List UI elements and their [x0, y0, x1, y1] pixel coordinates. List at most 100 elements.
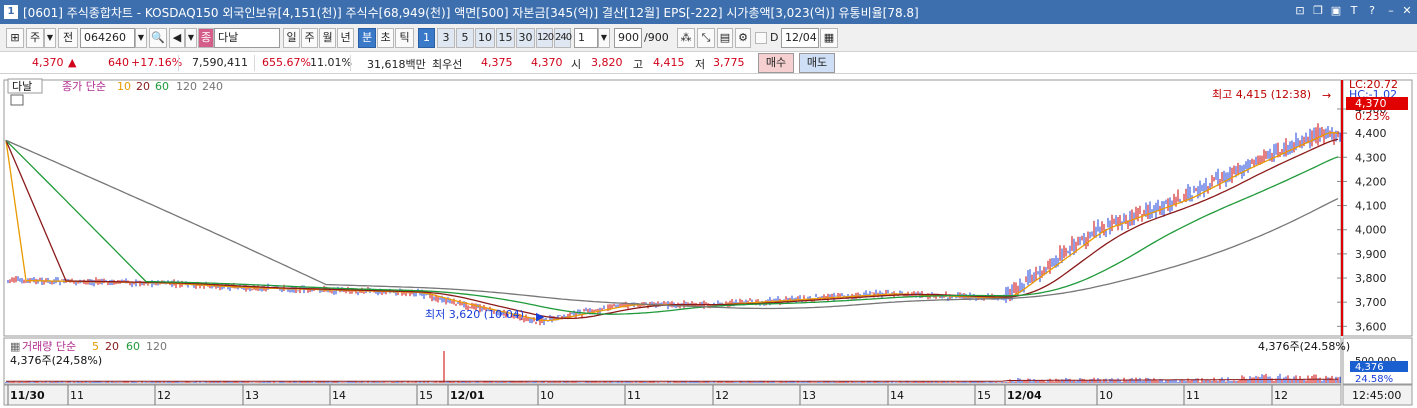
restore-window-icon[interactable]: ❐ [1311, 4, 1325, 18]
draw-tool-icon[interactable]: ⤡ [697, 28, 715, 48]
time-label: 12/04 [1007, 389, 1042, 402]
interval-240[interactable]: 240 [554, 28, 572, 48]
interval-1[interactable]: 1 [418, 28, 435, 48]
interval-5[interactable]: 5 [456, 28, 474, 48]
minimize-to-tray-icon[interactable]: ▣ [1329, 4, 1343, 18]
date-label: D [770, 31, 779, 44]
volume-pct-label: 24.58% [1355, 374, 1393, 385]
open-label: 시 [571, 58, 582, 71]
volume-value-right: 4,376주(24.58%) [1258, 340, 1350, 353]
stock-name-tag: 다날 [12, 80, 32, 93]
price-change: 640 [108, 56, 129, 69]
close-icon[interactable]: ✕ [1400, 4, 1414, 18]
current-price: 4,370 [32, 56, 64, 69]
toolbar: ⊞ 주 ▼ 전 064260 ▼ 🔍 ◀ ▼ 종 다날 일 주 월 년 분 초 … [0, 24, 1417, 52]
calendar-icon[interactable]: ▦ [820, 28, 838, 48]
settings-icon[interactable]: ⚙ [735, 28, 751, 48]
high-annotation: 최고 4,415 (12:38) [1212, 88, 1311, 101]
best-quote-label: 최우선 [432, 58, 463, 71]
y-tick-label: 4,000 [1355, 224, 1387, 237]
low-annotation: 최저 3,620 (10:04) [425, 308, 524, 321]
divider [254, 55, 255, 71]
period-tab-month[interactable]: 월 [319, 28, 336, 48]
ma-legend-60: 60 [155, 80, 169, 93]
speaker-icon[interactable]: ◀ [169, 28, 185, 48]
quote-bar: 4,370 ▲ 640 +17.16% 7,590,411 655.67% 11… [0, 52, 1417, 74]
time-label: 12 [157, 389, 171, 402]
jeon-button[interactable]: 전 [58, 28, 78, 48]
high-price: 4,415 [653, 56, 685, 69]
save-icon[interactable]: ▤ [717, 28, 733, 48]
volume-panel [3, 337, 1342, 385]
buy-button[interactable]: 매수 [758, 53, 794, 73]
volume-current-label: 4,376 [1355, 362, 1384, 373]
grid-toggle-icon[interactable] [10, 94, 24, 106]
interval-30[interactable]: 30 [516, 28, 535, 48]
sell-button[interactable]: 매도 [799, 53, 835, 73]
time-label: 15 [419, 389, 433, 402]
ma-legend-240: 240 [202, 80, 223, 93]
time-label: 10 [1099, 389, 1113, 402]
font-size-icon[interactable]: T [1347, 4, 1361, 18]
interval-10[interactable]: 10 [475, 28, 495, 48]
y-tick-label: 4,400 [1355, 127, 1387, 140]
period-tab-tick[interactable]: 틱 [395, 28, 414, 48]
volume-ma-legend-20: 20 [105, 340, 119, 353]
title-bar: 1 [0601] 주식종합차트 - KOSDAQ150 외국인보유[4,151(… [0, 0, 1417, 24]
best-ask: 4,375 [481, 56, 513, 69]
ma-legend-10: 10 [117, 80, 131, 93]
up-arrow-icon: ▲ [68, 56, 77, 69]
count-input[interactable]: 900 [614, 28, 642, 48]
stock-name-field[interactable]: 다날 [214, 28, 280, 48]
divider [350, 55, 351, 71]
type-dropdown-icon[interactable]: ▼ [44, 28, 56, 48]
period-tab-second[interactable]: 초 [377, 28, 394, 48]
time-label: 12 [715, 389, 729, 402]
period-tab-minute[interactable]: 분 [358, 28, 376, 48]
window-title: [0601] 주식종합차트 - KOSDAQ150 외국인보유[4,151(천)… [23, 5, 919, 20]
y-tick-label: 4,200 [1355, 175, 1387, 188]
price-chart[interactable]: 다날종가 단순1020601202404,5004,4004,3004,2004… [0, 74, 1417, 408]
screen-menu-icon[interactable]: ⊞ [6, 28, 24, 48]
period-tab-year[interactable]: 년 [337, 28, 354, 48]
y-tick-label: 3,700 [1355, 296, 1387, 309]
date-checkbox[interactable] [755, 32, 767, 44]
date-input[interactable]: 12/04 [781, 28, 819, 48]
time-label: 12 [1274, 389, 1288, 402]
y-tick-label: 4,100 [1355, 200, 1387, 213]
period-tab-day[interactable]: 일 [283, 28, 300, 48]
high-arrow-icon: → [1322, 89, 1331, 102]
volume-grid-icon: ▦ [10, 340, 20, 353]
code-dropdown-icon[interactable]: ▼ [135, 28, 147, 48]
interval-120[interactable]: 120 [536, 28, 554, 48]
interval-3[interactable]: 3 [437, 28, 455, 48]
current-price-tag-label: 4,370 [1355, 97, 1387, 110]
price-change-pct: +17.16% [131, 56, 183, 69]
help-icon[interactable]: ? [1365, 4, 1379, 18]
volume-value: 4,376주(24,58%) [10, 354, 102, 367]
interval-input[interactable]: 1 [574, 28, 598, 48]
time-label: 13 [245, 389, 259, 402]
interval-dropdown-icon[interactable]: ▼ [598, 28, 610, 48]
trade-amount: 31,618백만 [367, 58, 426, 71]
search-icon[interactable]: 🔍 [149, 28, 167, 48]
interval-15[interactable]: 15 [496, 28, 515, 48]
ma-legend-label: 종가 단순 [62, 80, 106, 93]
type-select[interactable]: 주 [26, 28, 44, 48]
time-label: 12/01 [450, 389, 485, 402]
time-label: 14 [332, 389, 346, 402]
minimize-icon[interactable]: – [1384, 4, 1398, 18]
speaker-dropdown-icon[interactable]: ▼ [185, 28, 197, 48]
y-tick-label: 3,600 [1355, 320, 1387, 333]
period-tab-week[interactable]: 주 [301, 28, 318, 48]
stock-code-input[interactable]: 064260 [80, 28, 135, 48]
stock-type-icon: 종 [198, 28, 214, 48]
layout-icon[interactable]: ⊡ [1293, 4, 1307, 18]
open-price: 3,820 [591, 56, 623, 69]
time-label: 13 [802, 389, 816, 402]
time-label: 11/30 [10, 389, 45, 402]
indicator-icon[interactable]: ⁂ [677, 28, 695, 48]
window-number: 1 [4, 5, 18, 19]
chart-window: 1 [0601] 주식종합차트 - KOSDAQ150 외국인보유[4,151(… [0, 0, 1417, 408]
y-tick-label: 4,300 [1355, 151, 1387, 164]
